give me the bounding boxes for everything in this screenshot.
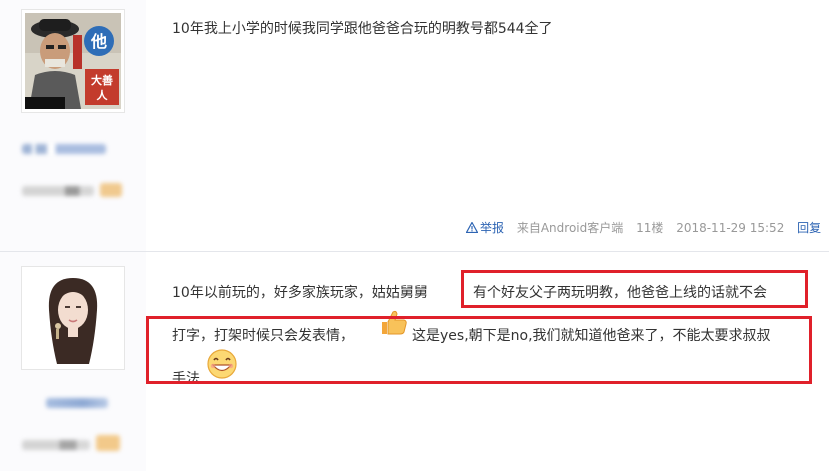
avatar[interactable]: 他 大善 人 xyxy=(21,9,125,113)
user-level-redacted xyxy=(22,186,94,196)
highlight-box-bottom xyxy=(146,316,812,384)
author-sidebar: 他 大善 人 xyxy=(0,0,146,251)
post-meta: 举报 来自Android客户端 11楼 2018-11-29 15:52 回复 xyxy=(465,219,821,236)
report-link[interactable]: 举报 xyxy=(465,221,505,235)
avatar-image: 他 大善 人 xyxy=(25,13,121,109)
report-label: 举报 xyxy=(480,221,505,235)
avatar-image xyxy=(25,270,121,366)
highlight-box-top xyxy=(461,270,808,308)
user-badge-redacted xyxy=(96,435,120,451)
reply-link[interactable]: 回复 xyxy=(797,221,821,235)
post-source[interactable]: 来自Android客户端 xyxy=(517,221,623,235)
username-redacted[interactable] xyxy=(46,398,108,408)
post-floor-11: 他 大善 人 10年我上小学的时候我同学跟他爸爸合玩的明教号都544全了 举报 … xyxy=(0,0,829,251)
user-level-redacted xyxy=(22,440,90,450)
post-timestamp: 2018-11-29 15:52 xyxy=(676,221,785,235)
warning-icon xyxy=(465,221,479,234)
avatar[interactable] xyxy=(21,266,125,370)
svg-text:人: 人 xyxy=(97,88,109,102)
username-redacted[interactable] xyxy=(22,144,106,154)
svg-text:他: 他 xyxy=(90,32,107,51)
post-text-prefix: 10年以前玩的，好多家族玩家，姑姑舅舅 xyxy=(172,285,428,301)
post-next: 10年以前玩的，好多家族玩家，姑姑舅舅 有个好友父子两玩明教，他爸爸上线的话就不… xyxy=(0,252,829,471)
user-badge-redacted xyxy=(100,183,122,197)
author-sidebar xyxy=(0,252,146,471)
avatar-illustration: 他 大善 人 xyxy=(25,13,121,109)
floor-number: 11楼 xyxy=(636,221,664,235)
post-text-line-1: 10年以前玩的，好多家族玩家，姑姑舅舅 xyxy=(172,282,428,302)
avatar-illustration xyxy=(25,270,121,366)
post-text: 10年我上小学的时候我同学跟他爸爸合玩的明教号都544全了 xyxy=(172,21,553,37)
svg-text:大善: 大善 xyxy=(91,73,113,87)
